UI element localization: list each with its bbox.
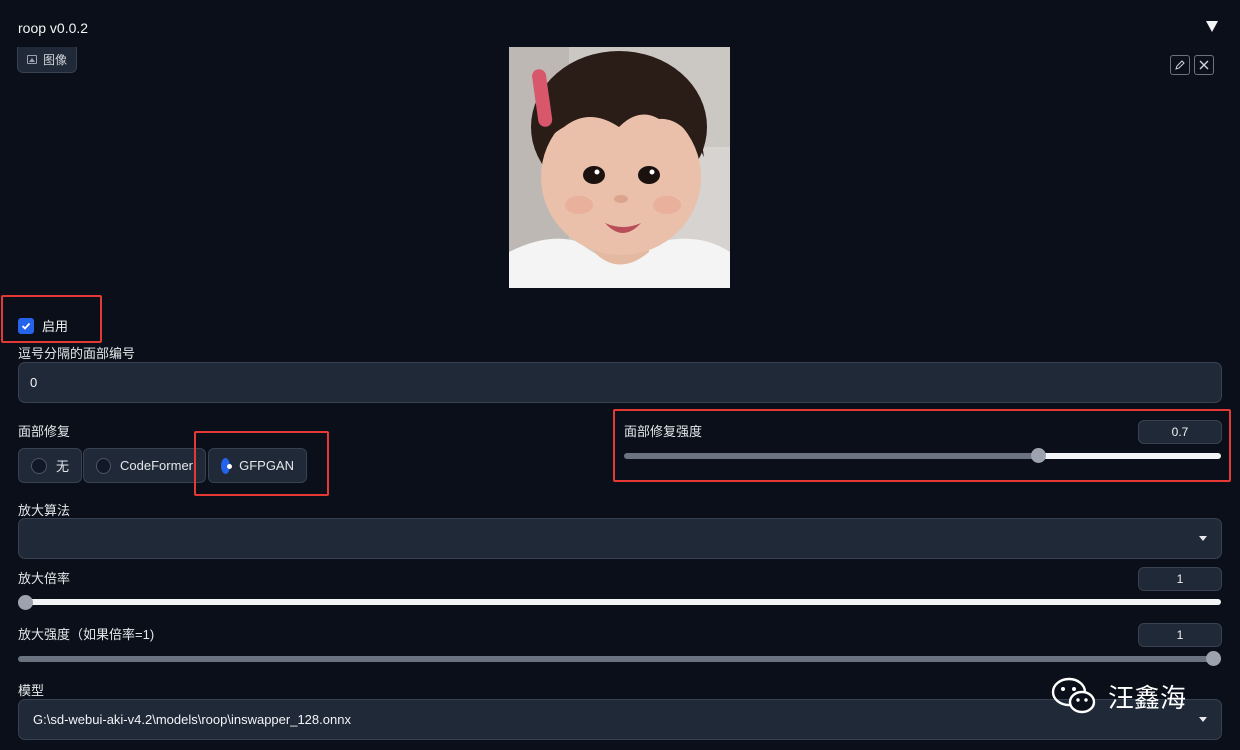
extension-title: roop v0.0.2	[18, 20, 89, 36]
wechat-icon	[1051, 677, 1096, 714]
image-tab: 图像	[17, 47, 78, 73]
radio-circle	[31, 457, 47, 474]
upscale-ratio-label: 放大倍率	[18, 571, 71, 586]
restore-strength-slider-thumb[interactable]	[1031, 448, 1047, 463]
wechat-watermark: 汪鑫海	[1050, 676, 1186, 716]
face-illustration	[509, 47, 730, 288]
chevron-down-icon	[1199, 717, 1207, 722]
collapse-triangle-icon[interactable]	[1206, 21, 1218, 32]
face-index-input[interactable]: 0	[18, 362, 1222, 403]
chevron-down-icon	[1199, 536, 1207, 541]
close-icon	[1199, 60, 1209, 70]
upscale-ratio-slider-thumb[interactable]	[18, 595, 33, 610]
model-label: 模型	[18, 683, 45, 698]
upscale-ratio-slider-track[interactable]	[18, 599, 1221, 605]
upscaler-label: 放大算法	[18, 503, 71, 518]
radio-option-none[interactable]: 无	[18, 448, 82, 483]
face-restore-label: 面部修复	[18, 424, 71, 439]
upscale-strength-label: 放大强度（如果倍率=1)	[18, 627, 155, 642]
upscale-strength-slider-thumb[interactable]	[1206, 651, 1221, 666]
image-icon	[27, 55, 37, 64]
checkbox-checked[interactable]	[18, 317, 34, 334]
enable-checkbox[interactable]: 启用	[18, 316, 68, 335]
radio-label-codeformer: CodeFormer	[120, 458, 193, 473]
annotation-box-strength	[613, 409, 1231, 482]
model-dropdown[interactable]: G:\sd-webui-aki-v4.2\models\roop\inswapp…	[18, 699, 1222, 740]
upscale-ratio-number[interactable]: 1	[1138, 567, 1222, 591]
source-face-image[interactable]	[509, 47, 730, 288]
image-tab-label: 图像	[43, 53, 68, 67]
check-icon	[21, 322, 31, 330]
pencil-icon	[1175, 60, 1185, 70]
restore-strength-slider-track[interactable]	[624, 453, 1221, 459]
radio-circle-selected	[221, 457, 233, 474]
model-value: G:\sd-webui-aki-v4.2\models\roop\inswapp…	[33, 712, 351, 727]
radio-option-gfpgan[interactable]: GFPGAN	[208, 448, 307, 483]
radio-circle	[96, 457, 112, 474]
upscaler-dropdown[interactable]	[18, 518, 1222, 559]
watermark-text: 汪鑫海	[1108, 683, 1187, 714]
edit-image-button[interactable]	[1170, 55, 1190, 75]
face-index-value: 0	[30, 375, 38, 390]
restore-strength-number[interactable]: 0.7	[1138, 420, 1222, 444]
restore-strength-label: 面部修复强度	[624, 424, 703, 439]
upscale-strength-number[interactable]: 1	[1138, 623, 1222, 647]
enable-label: 启用	[42, 319, 69, 334]
clear-image-button[interactable]	[1194, 55, 1214, 75]
radio-label-none: 无	[55, 459, 69, 474]
radio-label-gfpgan: GFPGAN	[239, 458, 294, 473]
upscale-strength-slider-track[interactable]	[18, 656, 1221, 662]
radio-option-codeformer[interactable]: CodeFormer	[83, 448, 206, 483]
face-index-label: 逗号分隔的面部编号	[18, 346, 136, 361]
